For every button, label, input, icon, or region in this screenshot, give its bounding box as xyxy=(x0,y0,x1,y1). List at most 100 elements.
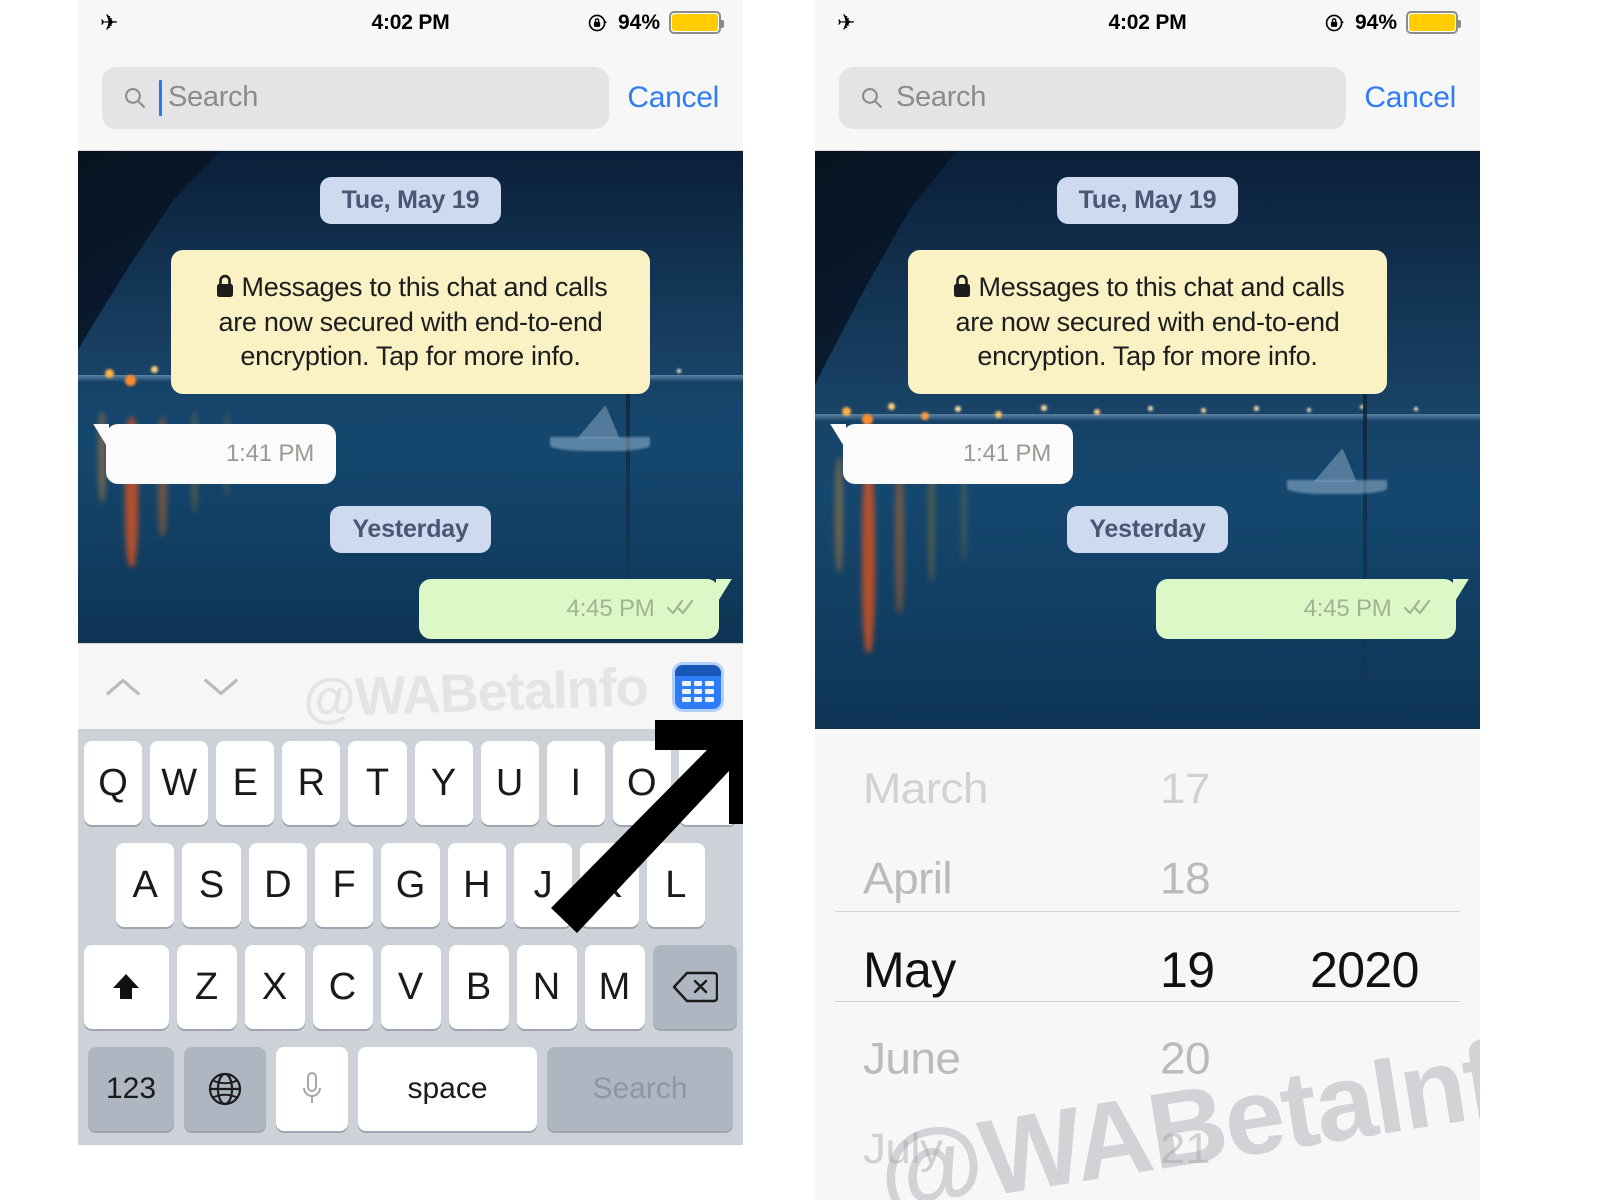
picker-day-option[interactable]: 18 xyxy=(1160,852,1211,904)
message-bubble-incoming[interactable]: 1:41 PM xyxy=(93,423,336,484)
search-bar: Search Cancel xyxy=(815,45,1480,151)
picker-month-selected[interactable]: May xyxy=(863,941,956,999)
chat-area: Tue, May 19 Messages to this chat and ca… xyxy=(78,151,743,643)
picker-day-option[interactable]: 17 xyxy=(1160,763,1211,813)
encryption-notice[interactable]: Messages to this chat and calls are now … xyxy=(908,250,1387,394)
phone-screenshot-right: ✈ 4:02 PM 94% Search Cancel Tue, May 19 … xyxy=(815,0,1480,1200)
picker-day-option[interactable]: 20 xyxy=(1160,1032,1211,1084)
globe-key[interactable] xyxy=(184,1047,266,1131)
shift-icon xyxy=(113,974,140,999)
message-bubble-incoming[interactable]: 1:41 PM xyxy=(830,423,1073,484)
message-row-outgoing: 4:45 PM xyxy=(815,578,1480,639)
picker-selection-line-bottom xyxy=(835,1001,1460,1002)
message-time: 1:41 PM xyxy=(226,439,314,467)
key-m[interactable]: M xyxy=(584,945,645,1029)
key-p[interactable]: P xyxy=(678,741,737,825)
lock-icon xyxy=(216,274,233,297)
cancel-button[interactable]: Cancel xyxy=(1364,81,1456,115)
key-h[interactable]: H xyxy=(447,843,506,927)
encryption-notice-text: Messages to this chat and calls are now … xyxy=(955,272,1345,372)
key-x[interactable]: X xyxy=(244,945,305,1029)
calendar-icon xyxy=(675,664,721,709)
key-k[interactable]: K xyxy=(580,843,639,927)
search-input[interactable]: Search xyxy=(102,66,610,129)
key-w[interactable]: W xyxy=(150,741,209,825)
picker-month-option[interactable]: March xyxy=(863,763,988,813)
picker-day-option[interactable]: 21 xyxy=(1160,1123,1211,1173)
message-row-outgoing: 4:45 PM xyxy=(78,578,743,639)
key-j[interactable]: J xyxy=(513,843,573,927)
message-bubble-outgoing[interactable]: 4:45 PM xyxy=(419,578,732,639)
chevron-down-icon[interactable] xyxy=(198,674,244,700)
picker-selection-line-top xyxy=(835,911,1460,912)
search-placeholder: Search xyxy=(168,81,259,113)
numbers-key[interactable]: 123 xyxy=(88,1047,174,1131)
on-screen-keyboard: QWERTYUIOP ASDFGHJKL ZXCVBNM 123 space S… xyxy=(78,729,743,1145)
key-y[interactable]: Y xyxy=(414,741,473,825)
key-t[interactable]: T xyxy=(348,741,407,825)
key-f[interactable]: F xyxy=(315,843,374,927)
watermark: @WABetaInfo xyxy=(302,657,649,729)
key-o[interactable]: O xyxy=(612,741,671,825)
search-navigation-toolbar: @WABetaInfo xyxy=(78,643,743,729)
message-list: Tue, May 19 Messages to this chat and ca… xyxy=(78,151,743,643)
shift-key[interactable] xyxy=(84,945,169,1029)
key-i[interactable]: I xyxy=(546,741,605,825)
microphone-icon xyxy=(303,1072,321,1103)
double-check-icon xyxy=(667,599,694,614)
keyboard-row-3: ZXCVBNM xyxy=(84,945,737,1029)
battery-percent: 94% xyxy=(1354,10,1397,34)
chat-area: Tue, May 19 Messages to this chat and ca… xyxy=(815,151,1480,729)
text-cursor xyxy=(159,79,162,116)
picker-month-option[interactable]: April xyxy=(863,852,953,904)
key-e[interactable]: E xyxy=(216,741,275,825)
key-b[interactable]: B xyxy=(448,945,509,1029)
phone-screenshot-left: ✈ 4:02 PM 94% Search Cancel Tue, May 19 … xyxy=(78,0,743,1200)
keyboard-row-4: 123 space Search xyxy=(84,1047,737,1131)
backspace-key[interactable] xyxy=(652,945,737,1029)
status-bar: ✈ 4:02 PM 94% xyxy=(815,0,1480,45)
battery-percent: 94% xyxy=(617,10,660,34)
date-divider: Tue, May 19 xyxy=(319,177,502,224)
message-row-incoming: 1:41 PM xyxy=(78,423,743,484)
key-l[interactable]: L xyxy=(646,843,705,927)
key-r[interactable]: R xyxy=(282,741,341,825)
encryption-notice[interactable]: Messages to this chat and calls are now … xyxy=(171,250,650,394)
key-z[interactable]: Z xyxy=(176,945,237,1029)
picker-month-option[interactable]: July xyxy=(863,1123,943,1173)
message-time: 1:41 PM xyxy=(963,439,1051,467)
search-placeholder: Search xyxy=(896,81,987,113)
status-bar: ✈ 4:02 PM 94% xyxy=(78,0,743,45)
search-key[interactable]: Search xyxy=(547,1047,733,1131)
key-n[interactable]: N xyxy=(516,945,577,1029)
screenshot-stage: ✈ 4:02 PM 94% Search Cancel Tue, May 19 … xyxy=(0,0,1600,1200)
key-c[interactable]: C xyxy=(312,945,373,1029)
search-icon xyxy=(862,88,882,108)
message-time: 4:45 PM xyxy=(1303,594,1392,622)
date-divider: Tue, May 19 xyxy=(1056,177,1239,224)
picker-year-value[interactable]: 2020 xyxy=(1310,941,1419,999)
key-q[interactable]: Q xyxy=(84,741,143,825)
chevron-up-icon[interactable] xyxy=(100,674,146,700)
message-time: 4:45 PM xyxy=(566,594,655,622)
key-u[interactable]: U xyxy=(480,741,539,825)
cancel-button[interactable]: Cancel xyxy=(627,81,719,115)
key-v[interactable]: V xyxy=(380,945,441,1029)
globe-icon xyxy=(208,1072,242,1106)
message-list: Tue, May 19 Messages to this chat and ca… xyxy=(815,151,1480,729)
key-g[interactable]: G xyxy=(381,843,440,927)
picker-day-selected[interactable]: 19 xyxy=(1160,941,1215,999)
keyboard-row-2: ASDFGHJKL xyxy=(84,843,737,927)
space-key[interactable]: space xyxy=(358,1047,537,1131)
date-picker[interactable]: JanuaryFebruaryMarchAprilMayJuneJulyAugu… xyxy=(815,729,1480,1200)
rotation-lock-icon xyxy=(588,14,608,31)
picker-month-option[interactable]: June xyxy=(863,1032,961,1084)
message-bubble-outgoing[interactable]: 4:45 PM xyxy=(1156,578,1469,639)
key-d[interactable]: D xyxy=(248,843,307,927)
key-s[interactable]: S xyxy=(182,843,241,927)
search-input[interactable]: Search xyxy=(839,66,1347,129)
microphone-key[interactable] xyxy=(276,1047,348,1131)
calendar-button[interactable] xyxy=(675,664,721,709)
key-a[interactable]: A xyxy=(116,843,175,927)
double-check-icon xyxy=(1404,599,1431,614)
